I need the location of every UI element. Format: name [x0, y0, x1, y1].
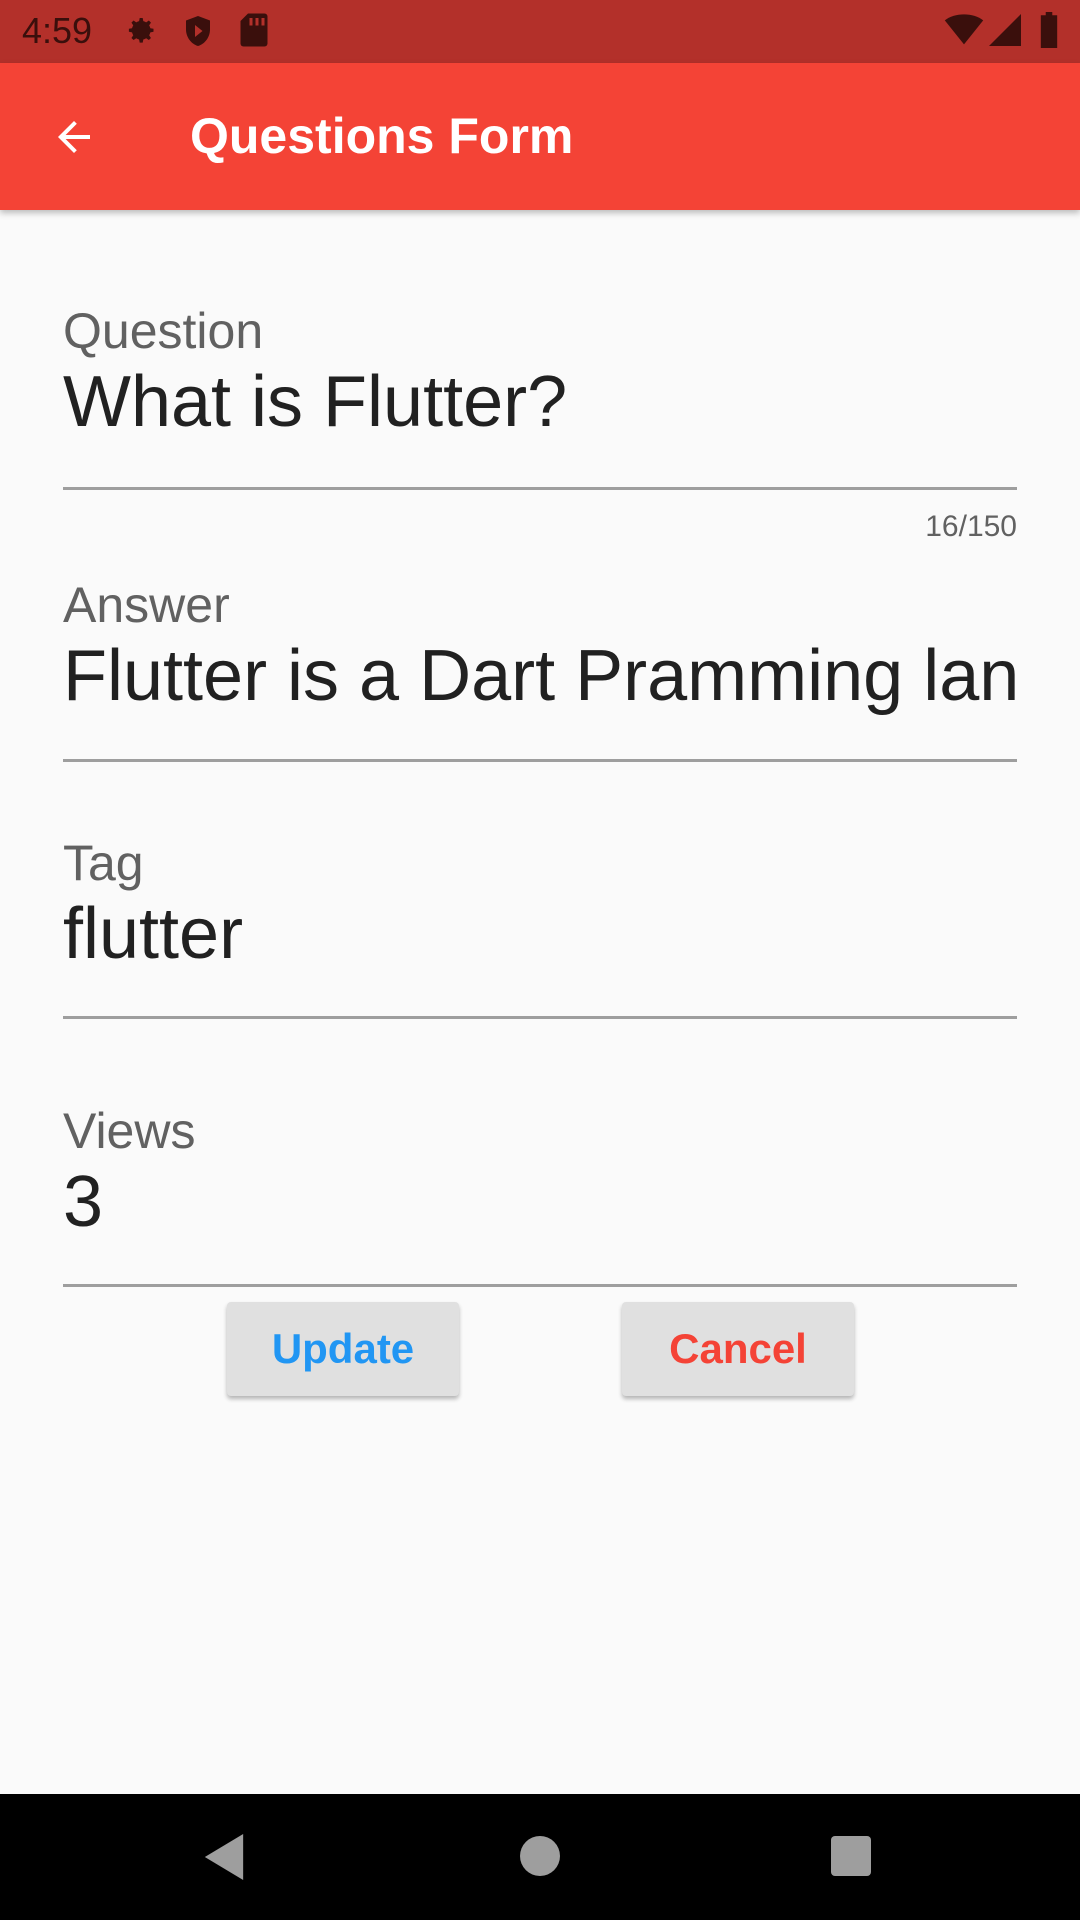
answer-underline [63, 759, 1017, 762]
page-title: Questions Form [190, 108, 574, 164]
views-label: Views [63, 1103, 196, 1159]
wifi-icon [944, 14, 984, 51]
back-button[interactable] [38, 103, 110, 175]
question-counter: 16/150 [925, 510, 1017, 543]
recents-square-icon[interactable] [831, 1836, 871, 1881]
arrow-back-icon [50, 113, 98, 166]
update-button-label: Update [271, 1325, 415, 1372]
views-field[interactable]: Views 3 [63, 1102, 1017, 1292]
gear-icon [122, 12, 158, 53]
status-bar: 4:59 [0, 0, 1080, 63]
answer-field[interactable]: Answer Flutter is a Dart Pramming langua… [63, 576, 1017, 766]
status-time: 4:59 [22, 10, 93, 51]
question-field[interactable]: Question What is Flutter? 16/150 [63, 302, 1017, 543]
question-label: Question [63, 303, 264, 359]
answer-input[interactable]: Flutter is a Dart Pramming language [63, 634, 1017, 718]
home-circle-icon[interactable] [520, 1836, 560, 1881]
answer-label: Answer [63, 577, 230, 633]
views-input[interactable]: 3 [63, 1160, 1017, 1244]
shield-icon [180, 12, 216, 55]
navigation-bar [0, 1794, 1080, 1920]
tag-underline [63, 1016, 1017, 1019]
signal-icon [988, 14, 1022, 51]
question-underline [63, 487, 1017, 490]
question-input[interactable]: What is Flutter? [63, 360, 1017, 444]
update-button[interactable]: Update [227, 1302, 459, 1396]
tag-label: Tag [63, 835, 144, 891]
views-underline [63, 1284, 1017, 1287]
sd-card-icon [238, 12, 270, 53]
back-triangle-icon[interactable] [204, 1834, 244, 1885]
battery-icon [1038, 12, 1060, 53]
cancel-button-label: Cancel [669, 1325, 807, 1372]
tag-field[interactable]: Tag flutter [63, 834, 1017, 1024]
tag-input[interactable]: flutter [63, 892, 1017, 976]
cancel-button[interactable]: Cancel [622, 1302, 854, 1396]
app-bar: Questions Form [0, 63, 1080, 210]
